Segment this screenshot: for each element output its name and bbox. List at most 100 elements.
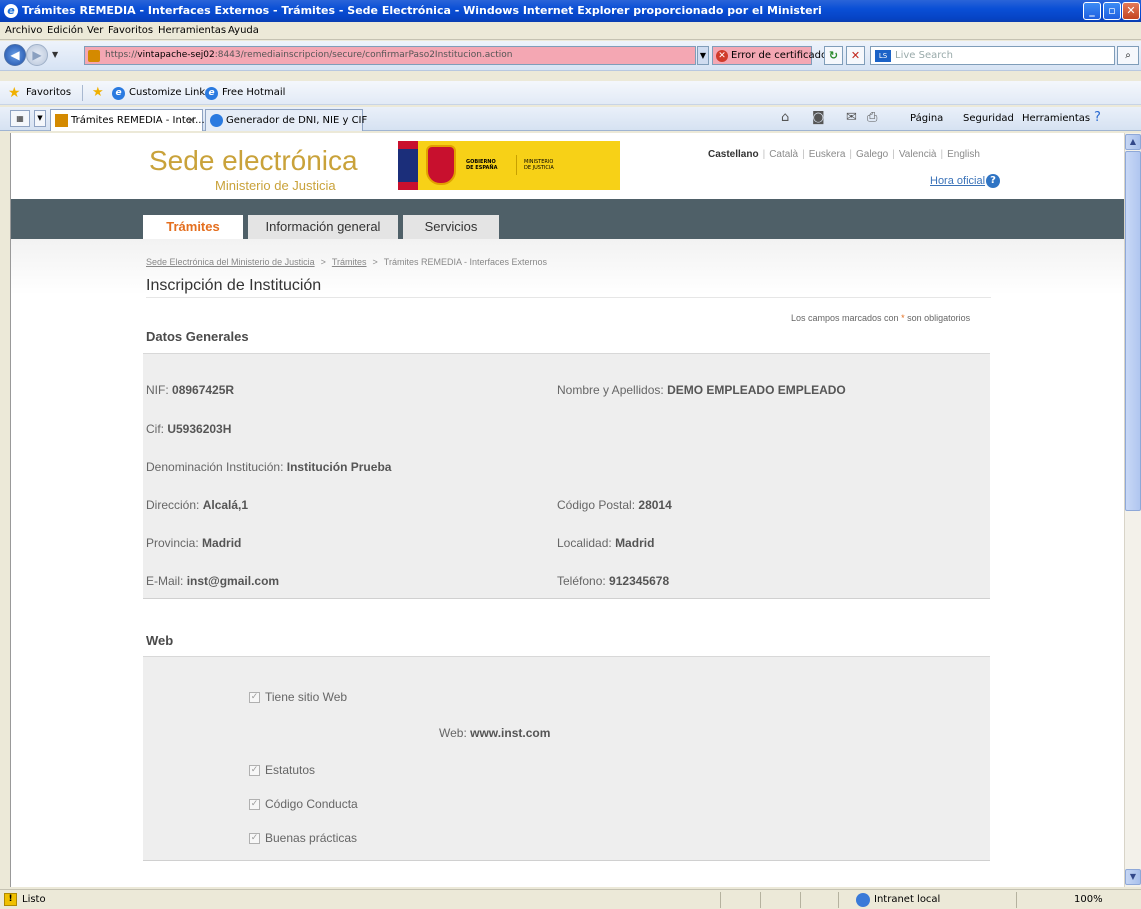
window-title-bar: e Trámites REMEDIA - Interfaces Externos… (0, 0, 1141, 22)
lang-valencia[interactable]: Valencià (899, 149, 937, 160)
favorites-bar: ★ Favoritos ★ e Customize Links e Free H… (0, 81, 1141, 105)
divider (146, 297, 991, 298)
refresh-button[interactable]: ↻ (824, 46, 843, 65)
site-icon (88, 50, 100, 62)
minimize-button[interactable]: _ (1083, 2, 1101, 20)
scroll-up-icon[interactable]: ▲ (1125, 134, 1141, 150)
coat-of-arms-icon (426, 145, 456, 185)
divider (838, 892, 839, 908)
favorites-star-icon: ★ (8, 85, 21, 101)
tab-informacion-general[interactable]: Información general (248, 215, 398, 239)
recent-pages-dropdown[interactable]: ▼ (52, 50, 58, 59)
close-button[interactable]: ✕ (1122, 2, 1140, 20)
link-hotmail[interactable]: Free Hotmail (222, 87, 285, 98)
quick-tabs-icon[interactable]: ▦ (10, 110, 30, 127)
page-title: Inscripción de Institución (146, 277, 322, 294)
address-bar: ◀ ▶ ▼ https://vintapache-sej02:8443/reme… (0, 41, 1141, 71)
status-bar: ! Listo Intranet local 100% (0, 889, 1141, 909)
scroll-thumb[interactable] (1125, 151, 1141, 511)
status-text: Listo (22, 894, 46, 905)
official-time-link[interactable]: Hora oficial (930, 175, 985, 187)
checkbox-has-website[interactable]: ✓ (249, 692, 260, 703)
tab-generador[interactable]: Generador de DNI, NIE y CIF (205, 109, 367, 131)
home-icon[interactable]: ⌂ (781, 110, 789, 125)
breadcrumb-current: Trámites REMEDIA - Interfaces Externos (383, 257, 548, 267)
best-practices-label: Buenas prácticas (265, 831, 358, 845)
breadcrumb-home[interactable]: Sede Electrónica del Ministerio de Justi… (146, 257, 315, 267)
field-localidad: Localidad: Madrid (557, 536, 655, 550)
favorites-button[interactable]: Favoritos (26, 87, 71, 98)
menu-edicion[interactable]: Edición (47, 25, 83, 36)
zoom-level[interactable]: 100% (1074, 894, 1103, 905)
scroll-down-icon[interactable]: ▼ (1125, 869, 1141, 885)
page-menu[interactable]: Página (910, 113, 943, 124)
url-scheme: https:// (105, 50, 138, 60)
tools-menu[interactable]: Herramientas (1022, 113, 1090, 124)
lang-euskera[interactable]: Euskera (809, 149, 846, 160)
tab-tramites[interactable]: Trámites REMEDIA - Inter... ✕ (50, 109, 205, 131)
site-subtitle: Ministerio de Justicia (215, 178, 336, 193)
breadcrumb-tramites[interactable]: Trámites (332, 257, 367, 267)
menu-ver[interactable]: Ver (87, 25, 103, 36)
help-icon[interactable]: ? (1094, 110, 1101, 125)
lang-galego[interactable]: Galego (856, 149, 888, 160)
url-input[interactable]: https://vintapache-sej02:8443/remediains… (84, 46, 696, 65)
breadcrumb: Sede Electrónica del Ministerio de Justi… (146, 257, 548, 267)
help-icon[interactable]: ? (986, 174, 1000, 188)
stop-button[interactable]: ✕ (846, 46, 865, 65)
menu-ayuda[interactable]: Ayuda (228, 25, 259, 36)
checkbox-best-practices[interactable]: ✓ (249, 833, 260, 844)
print-icon[interactable]: ⎙ (867, 110, 877, 125)
lang-castellano[interactable]: Castellano (708, 149, 759, 160)
tab-list-dropdown[interactable]: ▼ (34, 110, 46, 127)
add-favorite-icon[interactable]: ★ (92, 85, 104, 100)
vertical-scrollbar[interactable]: ▲ ▼ (1124, 133, 1141, 887)
lang-english[interactable]: English (947, 149, 980, 160)
forward-button[interactable]: ▶ (26, 44, 48, 66)
url-dropdown[interactable]: ▼ (697, 46, 709, 65)
logo-text-gobierno: GOBIERNO DE ESPAÑA (466, 159, 498, 171)
menu-bar: Archivo Edición Ver Favoritos Herramient… (0, 22, 1141, 40)
menu-favoritos[interactable]: Favoritos (108, 25, 153, 36)
lang-catala[interactable]: Català (769, 149, 798, 160)
divider (82, 85, 83, 101)
ie-page-icon (210, 114, 223, 127)
maximize-button[interactable]: ▫ (1103, 2, 1121, 20)
feeds-icon[interactable]: ◙ (812, 110, 825, 125)
field-direccion: Dirección: Alcalá,1 (146, 498, 249, 512)
search-button[interactable]: ⌕ (1117, 46, 1139, 65)
intranet-zone-icon (856, 893, 870, 907)
ie-logo-icon: e (4, 4, 18, 18)
site-title[interactable]: Sede electrónica (149, 145, 358, 177)
field-nif: NIF: 08967425R (146, 383, 235, 397)
tab-label: Trámites REMEDIA - Inter... (71, 115, 205, 126)
site-favicon (55, 114, 68, 127)
ie-link-icon: e (112, 87, 125, 100)
link-customize[interactable]: Customize Links (129, 87, 210, 98)
mail-icon[interactable]: ✉ (846, 110, 857, 125)
divider (1016, 892, 1017, 908)
url-path: :8443/remediainscripcion/secure/confirma… (214, 50, 513, 60)
eu-flag-icon (398, 141, 418, 190)
tab-tramites-nav[interactable]: Trámites (143, 215, 243, 239)
security-zone[interactable]: Intranet local (874, 894, 940, 905)
close-tab-icon[interactable]: ✕ (187, 114, 196, 127)
menu-archivo[interactable]: Archivo (5, 25, 42, 36)
field-email: E-Mail: inst@gmail.com (146, 574, 280, 588)
url-host: vintapache-sej02 (137, 50, 215, 60)
security-menu[interactable]: Seguridad (963, 113, 1014, 124)
live-search-icon: LS (875, 50, 891, 62)
back-button[interactable]: ◀ (4, 44, 26, 66)
section-title-web: Web (146, 633, 174, 648)
menu-herramientas[interactable]: Herramientas (158, 25, 226, 36)
divider (720, 892, 721, 908)
checkbox-statutes[interactable]: ✓ (249, 765, 260, 776)
tab-label: Generador de DNI, NIE y CIF (226, 115, 368, 126)
search-placeholder: Live Search (895, 50, 953, 61)
has-website-label: Tiene sitio Web (265, 690, 348, 704)
field-codigo-postal: Código Postal: 28014 (557, 498, 672, 512)
certificate-error-button[interactable]: ✕ Error de certificado (712, 46, 827, 65)
search-input[interactable]: LS Live Search (870, 46, 1115, 65)
tab-servicios[interactable]: Servicios (403, 215, 499, 239)
checkbox-conduct-code[interactable]: ✓ (249, 799, 260, 810)
